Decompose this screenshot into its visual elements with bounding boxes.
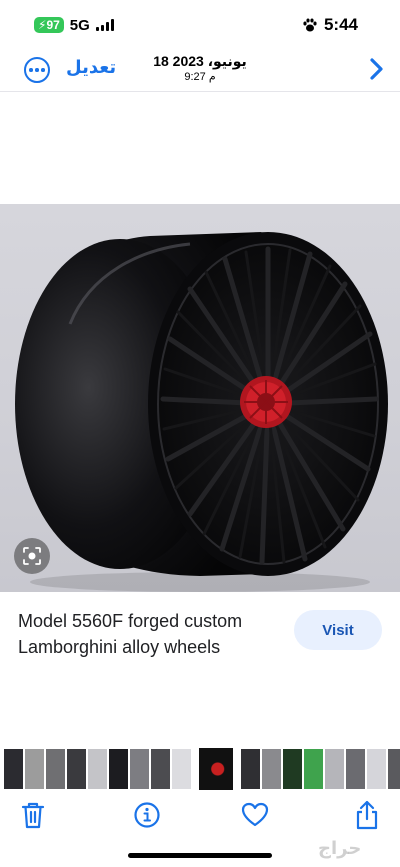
wheel-image — [15, 232, 388, 592]
thumbnail[interactable] — [367, 749, 386, 789]
thumbnail[interactable] — [151, 749, 170, 789]
visit-button[interactable]: Visit — [294, 610, 382, 650]
status-right: 5:44 — [302, 15, 358, 35]
thumbnail[interactable] — [67, 749, 86, 789]
status-left: ⚡ 97 5G — [34, 17, 114, 34]
photo-image[interactable] — [0, 204, 400, 592]
thumbnail[interactable] — [325, 749, 344, 789]
thumbnail[interactable] — [109, 749, 128, 789]
thumbnail[interactable] — [25, 749, 44, 789]
battery-indicator: ⚡ 97 — [34, 17, 64, 33]
photo-viewer-screen: ⚡ 97 5G 5:44 تعديل 18 يونيو، 2023 9:27 م… — [0, 0, 400, 867]
visual-lookup-icon — [23, 547, 41, 565]
status-bar: ⚡ 97 5G 5:44 — [0, 0, 400, 50]
network-type: 5G — [69, 16, 90, 34]
bottom-toolbar — [0, 792, 400, 836]
photo-date: 18 يونيو، 2023 — [153, 53, 247, 69]
delete-button[interactable] — [18, 800, 48, 830]
heart-icon — [241, 802, 269, 827]
watermark: حراج — [318, 838, 362, 858]
nav-title: 18 يونيو، 2023 9:27 م — [120, 52, 280, 84]
trash-icon — [21, 802, 45, 829]
dot-icon — [41, 68, 45, 72]
paw-icon — [303, 18, 317, 32]
thumbnail[interactable] — [262, 749, 281, 789]
share-button[interactable] — [352, 800, 382, 830]
thumbnail[interactable] — [388, 749, 400, 789]
clock: 5:44 — [323, 15, 358, 34]
more-options-button[interactable] — [24, 57, 50, 83]
info-button[interactable] — [132, 800, 162, 830]
thumbnail[interactable] — [346, 749, 365, 789]
thumbnail[interactable] — [88, 749, 107, 789]
favorite-button[interactable] — [240, 800, 270, 830]
thumbnail[interactable] — [283, 749, 302, 789]
thumbnail-strip[interactable] — [0, 748, 400, 790]
visual-lookup-button[interactable] — [14, 538, 50, 574]
chevron-right-icon[interactable] — [366, 56, 386, 82]
photo-caption: Model 5560F forged custom Lamborghini al… — [18, 611, 243, 657]
photo-time: 9:27 م — [184, 71, 216, 83]
dot-icon — [29, 68, 33, 72]
signal-icon — [95, 19, 114, 31]
battery-level: 97 — [46, 18, 60, 32]
nav-bar: تعديل 18 يونيو، 2023 9:27 م — [0, 50, 400, 92]
thumbnail[interactable] — [241, 749, 260, 789]
thumbnail[interactable] — [4, 749, 23, 789]
thumbnail[interactable] — [172, 749, 191, 789]
thumbnail[interactable] — [130, 749, 149, 789]
share-icon — [356, 800, 378, 830]
edit-button[interactable]: تعديل — [66, 57, 116, 78]
info-icon — [134, 802, 160, 828]
dot-icon — [35, 68, 39, 72]
thumbnail-selected[interactable] — [199, 748, 233, 790]
thumbnail[interactable] — [46, 749, 65, 789]
home-indicator[interactable] — [128, 853, 272, 858]
thumbnail[interactable] — [304, 749, 323, 789]
battery-bolt-icon: ⚡ — [38, 18, 47, 32]
